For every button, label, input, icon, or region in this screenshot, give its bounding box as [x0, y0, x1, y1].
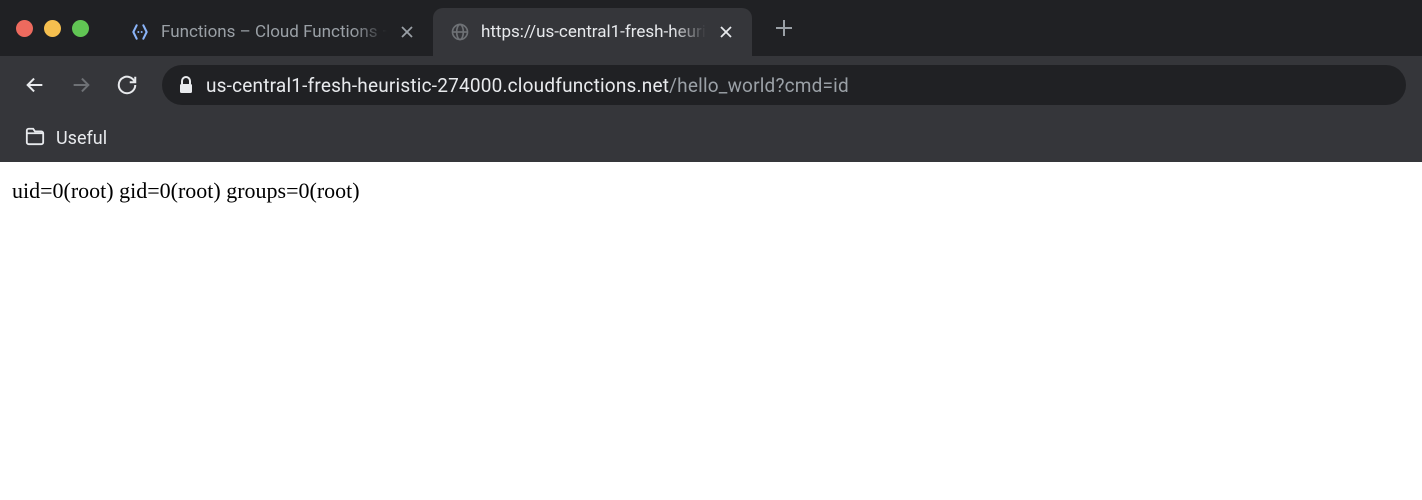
window-controls [16, 20, 113, 37]
window-minimize-button[interactable] [44, 20, 61, 37]
response-text: uid=0(root) gid=0(root) groups=0(root) [12, 178, 360, 203]
bookmark-bar: Useful [0, 114, 1422, 162]
tab-active[interactable]: https://us-central1-fresh-heuri [433, 8, 752, 56]
cloud-functions-favicon [129, 21, 151, 43]
url-path: /hello_world?cmd=id [669, 74, 849, 97]
address-bar[interactable]: us-central1-fresh-heuristic-274000.cloud… [162, 65, 1406, 105]
url-host: us-central1-fresh-heuristic-274000.cloud… [206, 74, 669, 97]
tab-close-button[interactable] [397, 22, 417, 42]
new-tab-button[interactable] [764, 8, 804, 48]
tab-title: https://us-central1-fresh-heuri [481, 22, 706, 42]
folder-icon [24, 126, 46, 151]
toolbar: us-central1-fresh-heuristic-274000.cloud… [0, 56, 1422, 114]
tab-title: Functions – Cloud Functions – [161, 22, 387, 42]
browser-chrome: Functions – Cloud Functions – https://us… [0, 0, 1422, 162]
page-body: uid=0(root) gid=0(root) groups=0(root) [0, 162, 1422, 220]
url-text: us-central1-fresh-heuristic-274000.cloud… [206, 74, 849, 97]
bookmark-folder-useful[interactable]: Useful [16, 122, 115, 155]
window-close-button[interactable] [16, 20, 33, 37]
tab-bar: Functions – Cloud Functions – https://us… [0, 0, 1422, 56]
tab-inactive[interactable]: Functions – Cloud Functions – [113, 8, 433, 56]
tab-close-button[interactable] [716, 22, 736, 42]
forward-button[interactable] [62, 66, 100, 104]
bookmark-label: Useful [56, 128, 107, 149]
lock-icon [178, 76, 194, 94]
window-maximize-button[interactable] [72, 20, 89, 37]
globe-favicon [449, 21, 471, 43]
back-button[interactable] [16, 66, 54, 104]
reload-button[interactable] [108, 66, 146, 104]
